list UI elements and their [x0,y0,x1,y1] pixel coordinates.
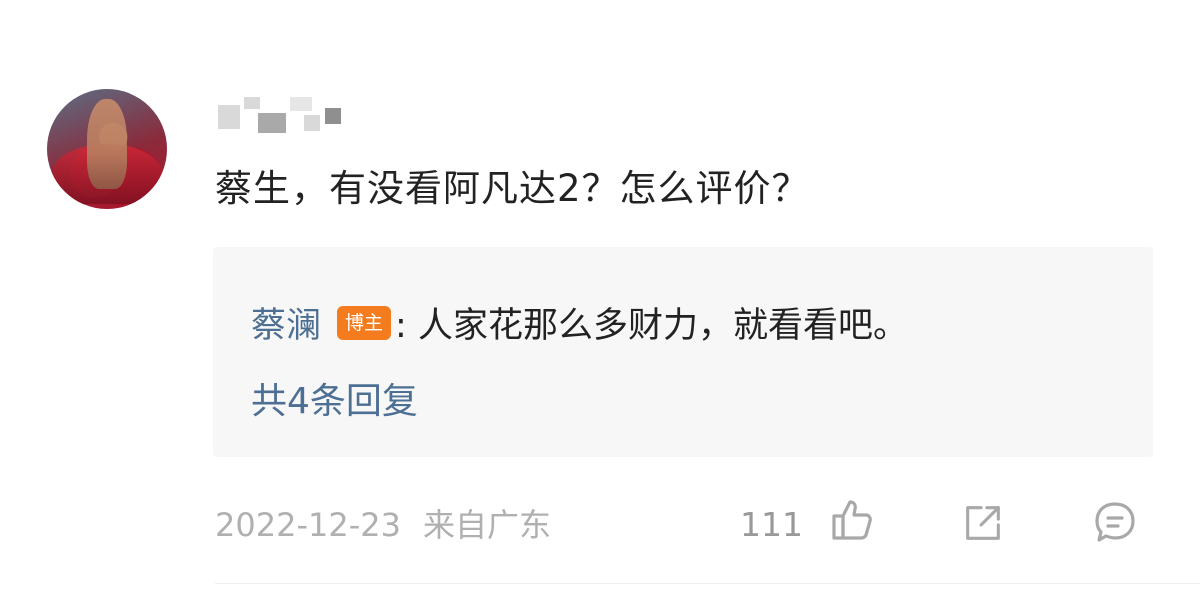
host-badge: 博主 [337,305,392,340]
reply-box[interactable]: 蔡澜 博主 : 人家花那么多财力，就看看吧。 共4条回复 [213,247,1153,457]
comment-date: 2022-12-23 [215,506,401,544]
avatar[interactable] [47,89,167,209]
divider [215,583,1200,584]
reply-line: 蔡澜 博主 : 人家花那么多财力，就看看吧。 [251,297,908,348]
username-pixelated[interactable] [218,93,368,135]
comment-text: 蔡生，有没看阿凡达2？怎么评价？ [215,167,810,210]
avatar-figure [87,99,127,189]
share-icon[interactable] [960,500,1006,546]
thumbs-up-icon[interactable] [828,496,876,544]
like-count: 111 [740,505,803,544]
reply-text: : 人家花那么多财力，就看看吧。 [395,306,908,346]
comment-icon[interactable] [1091,498,1139,546]
reply-author[interactable]: 蔡澜 [251,297,321,348]
comment-location: 来自广东 [422,506,551,544]
comment-meta: 2022-12-23 来自广东 [215,500,551,546]
reply-count-link[interactable]: 共4条回复 [251,372,418,424]
